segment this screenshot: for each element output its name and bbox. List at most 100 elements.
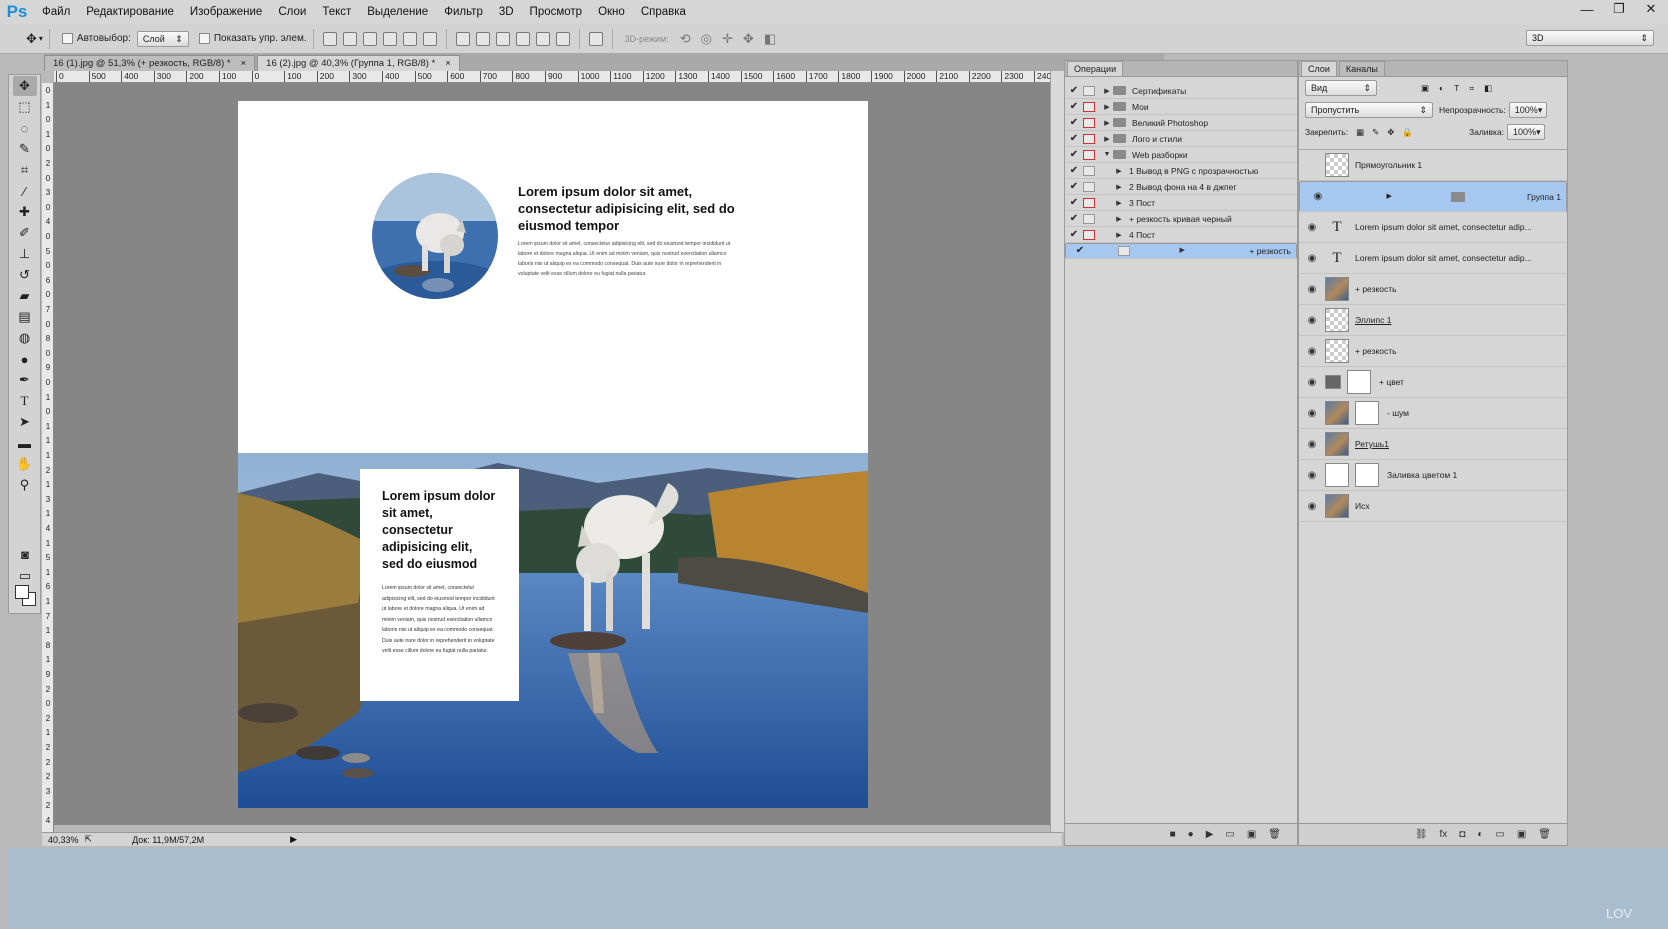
blend-mode-select[interactable]: Пропустить ⇕ [1305, 102, 1433, 118]
history-brush-tool-icon[interactable]: ↺ [13, 265, 37, 285]
toggle-check-icon[interactable]: ✔ [1065, 181, 1083, 192]
action-row[interactable]: ✔ ▶ Сертификаты [1065, 83, 1297, 99]
lock-pixels-icon[interactable]: ✎ [1372, 127, 1379, 138]
lock-position-icon[interactable]: ✥ [1387, 127, 1394, 138]
dialog-toggle-icon[interactable] [1083, 229, 1095, 240]
layer-row[interactable]: ◉ + резкость [1299, 274, 1567, 305]
action-row[interactable]: ✔ ▶ + резкость [1065, 243, 1297, 259]
action-row[interactable]: ✔ ▼ Web разборки [1065, 147, 1297, 163]
dialog-toggle-icon[interactable] [1083, 149, 1095, 160]
visibility-eye-icon[interactable]: ◉ [1299, 470, 1325, 481]
slide-3d-icon[interactable]: ✥ [743, 31, 754, 47]
new-action-icon[interactable]: ▣ [1247, 829, 1256, 840]
dialog-toggle-icon[interactable] [1083, 181, 1095, 192]
dialog-toggle-icon[interactable] [1083, 85, 1095, 96]
healing-tool-icon[interactable]: ✚ [13, 202, 37, 222]
layer-row[interactable]: ◉ Исх [1299, 491, 1567, 522]
tab-document-1[interactable]: 16 (1).jpg @ 51,3% (+ резкость, RGB/8) *… [44, 55, 256, 71]
move-tool-icon[interactable]: ✥ [12, 76, 37, 96]
record-icon[interactable]: ● [1188, 829, 1194, 840]
blur-tool-icon[interactable]: ◍ [13, 328, 37, 348]
layer-row[interactable]: ◉ - шум [1299, 398, 1567, 429]
brush-tool-icon[interactable]: ✐ [13, 223, 37, 243]
action-row[interactable]: ✔ ▶ Лого и стили [1065, 131, 1297, 147]
dialog-toggle-icon[interactable] [1083, 165, 1095, 176]
foreground-color-swatch[interactable] [15, 585, 29, 599]
delete-layer-icon[interactable]: 🗑 [1538, 829, 1551, 840]
lock-all-icon[interactable]: 🔒 [1402, 127, 1413, 138]
new-layer-icon[interactable]: ▣ [1517, 829, 1526, 840]
filter-type-icon[interactable]: T [1454, 83, 1459, 93]
toggle-check-icon[interactable]: ✔ [1065, 101, 1083, 112]
autoselect-select[interactable]: Слой ⇕ [136, 30, 189, 47]
distribute-top-icon[interactable] [455, 31, 470, 46]
align-vcenter-icon[interactable] [402, 31, 417, 46]
expanded-triangle-icon[interactable]: ▼ [1101, 151, 1113, 158]
collapsed-triangle-icon[interactable]: ▶ [1113, 167, 1125, 175]
tab-layers[interactable]: Слои [1301, 61, 1337, 76]
distribute-left-icon[interactable] [515, 31, 530, 46]
collapsed-triangle-icon[interactable]: ▶ [1113, 183, 1125, 191]
lock-transparent-icon[interactable]: ▦ [1356, 127, 1364, 138]
collapsed-triangle-icon[interactable]: ▶ [1101, 103, 1113, 111]
scale-3d-icon[interactable]: ◧ [764, 31, 776, 47]
layer-row[interactable]: ◉ + резкость [1299, 336, 1567, 367]
action-row[interactable]: ✔ ▶ + резкость кривая черный [1065, 211, 1297, 227]
align-top-icon[interactable] [382, 31, 397, 46]
rotate-3d-icon[interactable]: ⟲ [680, 31, 691, 47]
zoom-tool-icon[interactable]: ⚲ [13, 475, 37, 495]
toggle-check-icon[interactable]: ✔ [1065, 197, 1083, 208]
workspace-select[interactable]: 3D ⇕ [1526, 30, 1654, 46]
drag-3d-icon[interactable]: ✛ [722, 31, 733, 47]
layer-row[interactable]: Прямоугольник 1 [1299, 150, 1567, 181]
collapsed-triangle-icon[interactable]: ▶ [1113, 231, 1125, 239]
align-left-icon[interactable] [322, 31, 337, 46]
visibility-eye-icon[interactable]: ◉ [1299, 222, 1325, 233]
filter-adjust-icon[interactable]: ◐ [1439, 83, 1444, 93]
menu-item[interactable]: Окно [590, 0, 633, 24]
eraser-tool-icon[interactable]: ▰ [13, 286, 37, 306]
zoom-level[interactable]: 40,33% [48, 835, 79, 845]
adjustment-layer-icon[interactable]: ◐ [1477, 829, 1483, 840]
roll-3d-icon[interactable]: ◎ [701, 31, 712, 47]
visibility-eye-icon[interactable]: ◉ [1305, 190, 1331, 204]
show-transform-checkbox[interactable]: Показать упр. элем. [198, 33, 307, 44]
dodge-tool-icon[interactable]: ● [13, 349, 37, 369]
toggle-check-icon[interactable]: ✔ [1065, 117, 1083, 128]
tab-actions[interactable]: Операции [1067, 61, 1124, 76]
align-right-icon[interactable] [362, 31, 377, 46]
action-row[interactable]: ✔ ▶ 1 Вывод в PNG с прозрачностью [1065, 163, 1297, 179]
hand-tool-icon[interactable]: ✋ [13, 454, 37, 474]
add-mask-icon[interactable]: ◘ [1459, 829, 1465, 840]
quick-mask-icon[interactable]: ◙ [13, 544, 37, 564]
menu-item[interactable]: 3D [491, 0, 522, 24]
layer-row[interactable]: ◉ ▶ Группа 1 [1299, 181, 1567, 212]
tab-document-2[interactable]: 16 (2).jpg @ 40,3% (Группа 1, RGB/8) * × [257, 55, 460, 71]
eyedropper-tool-icon[interactable]: ⁄ [13, 181, 37, 201]
opacity-field[interactable]: 100% ▾ [1508, 102, 1547, 118]
menu-item[interactable]: Фильтр [436, 0, 491, 24]
menu-item[interactable]: Файл [34, 0, 78, 24]
vertical-scrollbar[interactable] [1050, 71, 1064, 832]
dialog-toggle-icon[interactable] [1083, 197, 1095, 208]
layer-row[interactable]: ◉ Заливка цветом 1 [1299, 460, 1567, 491]
restore-button[interactable]: ❐ [1608, 0, 1630, 18]
dialog-toggle-icon[interactable] [1083, 101, 1095, 112]
action-row[interactable]: ✔ ▶ 4 Пост [1065, 227, 1297, 243]
lasso-tool-icon[interactable]: ◌ [13, 118, 37, 138]
visibility-eye-icon[interactable]: ◉ [1299, 501, 1325, 512]
action-row[interactable]: ✔ ▶ Мои [1065, 99, 1297, 115]
stamp-tool-icon[interactable]: ⊥ [13, 244, 37, 264]
visibility-eye-icon[interactable]: ◉ [1299, 346, 1325, 357]
action-row[interactable]: ✔ ▶ 2 Вывод фона на 4 в джпег [1065, 179, 1297, 195]
status-menu-arrow-icon[interactable]: ▶ [290, 834, 297, 845]
toggle-check-icon[interactable]: ✔ [1065, 165, 1083, 176]
play-icon[interactable]: ▶ [1206, 829, 1214, 840]
align-bottom-icon[interactable] [422, 31, 437, 46]
toggle-check-icon[interactable]: ✔ [1065, 85, 1083, 96]
dialog-toggle-icon[interactable] [1083, 133, 1095, 144]
distribute-right-icon[interactable] [555, 31, 570, 46]
menu-item[interactable]: Справка [633, 0, 694, 24]
canvas-area[interactable]: Lorem ipsum dolor sit amet, consectetur … [54, 83, 1050, 825]
layer-filter-select[interactable]: Вид ⇕ [1305, 80, 1377, 96]
